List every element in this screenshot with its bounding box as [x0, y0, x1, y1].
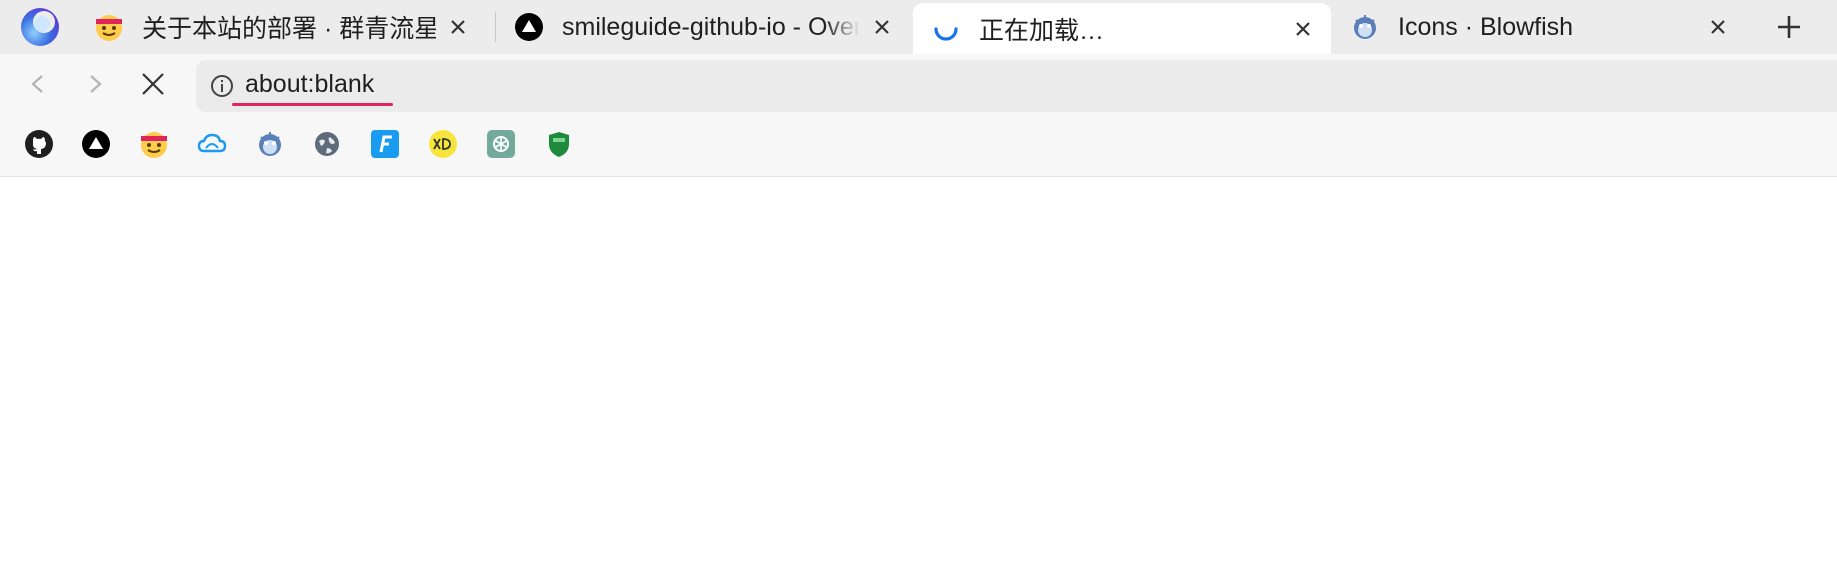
plus-icon	[1778, 16, 1800, 38]
close-tab-icon[interactable]	[1704, 13, 1732, 41]
address-bar-url[interactable]: about:blank	[245, 70, 374, 99]
openai-icon[interactable]	[485, 128, 517, 160]
page-content-blank	[0, 177, 1837, 565]
new-tab-button[interactable]	[1770, 8, 1808, 46]
back-button[interactable]	[20, 66, 56, 102]
vercel-triangle-icon	[514, 12, 544, 42]
tab-title: 正在加载…	[979, 16, 1105, 45]
smiley-ninja-icon[interactable]	[138, 128, 170, 160]
smiley-ninja-icon	[94, 12, 124, 42]
info-icon[interactable]	[210, 74, 234, 98]
tab-separator	[495, 12, 496, 42]
chevron-left-icon	[31, 75, 43, 93]
tab-1[interactable]: 关于本站的部署 · 群青流星	[94, 3, 486, 51]
cloud-icon[interactable]	[196, 128, 228, 160]
close-icon	[142, 73, 164, 95]
chevron-right-icon	[90, 75, 102, 93]
tab-title: smileguide-github-io - Overview	[562, 12, 860, 41]
close-tab-icon[interactable]	[1289, 15, 1317, 43]
tab-bar: 关于本站的部署 · 群青流星 smileguide-github-io - Ov…	[0, 0, 1837, 54]
globe-icon[interactable]	[311, 128, 343, 160]
tab-title: Icons · Blowfish	[1398, 12, 1574, 41]
close-tab-icon[interactable]	[868, 13, 896, 41]
tab-2[interactable]: smileguide-github-io - Overview	[514, 3, 910, 51]
blowfish-icon[interactable]	[254, 128, 286, 160]
close-tab-icon[interactable]	[444, 13, 472, 41]
tab-4[interactable]: Icons · Blowfish	[1350, 3, 1746, 51]
f-logo-icon[interactable]	[369, 128, 401, 160]
xd-icon[interactable]	[427, 128, 459, 160]
stop-loading-button[interactable]	[135, 66, 171, 102]
tab-title: 关于本站的部署 · 群青流星	[142, 15, 436, 43]
vercel-icon[interactable]	[80, 128, 112, 160]
loading-spinner-icon	[931, 14, 961, 44]
browser-logo-icon[interactable]	[20, 7, 60, 47]
blowfish-icon	[1350, 12, 1380, 42]
url-highlight-underline	[232, 103, 393, 106]
address-bar[interactable]	[196, 60, 1837, 112]
bookmarks-bar	[0, 114, 1837, 177]
github-icon[interactable]	[23, 128, 55, 160]
shield-icon[interactable]	[543, 128, 575, 160]
tab-3-active[interactable]: 正在加载…	[913, 3, 1331, 54]
forward-button[interactable]	[77, 66, 113, 102]
